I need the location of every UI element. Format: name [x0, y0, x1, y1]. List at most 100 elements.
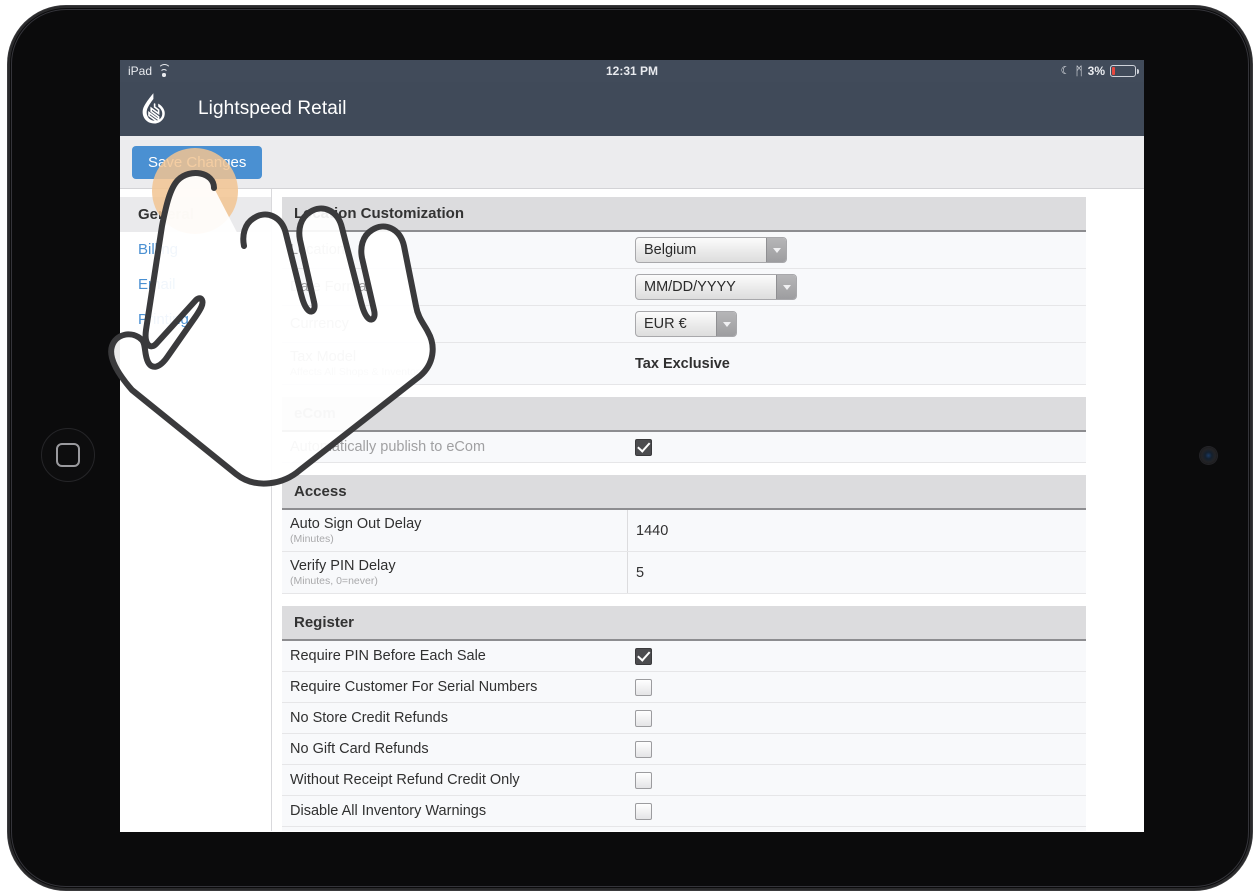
settings-row-field: [627, 641, 1086, 671]
app-navbar: Lightspeed Retail: [120, 82, 1144, 136]
sidebar-item-printing[interactable]: Printing: [120, 302, 271, 337]
settings-row-label: Require Customer For Serial Numbers: [282, 672, 627, 702]
settings-content: Location Customization Location Belgium Dat…: [272, 189, 1144, 831]
settings-row-field: MM/DD/YYYY: [627, 269, 1086, 305]
settings-row-label-text: Tax Model: [290, 349, 357, 365]
select-location[interactable]: Belgium: [635, 237, 787, 263]
settings-row-label-text: Automatically publish to eCom: [290, 439, 486, 455]
settings-row-field: 1440: [627, 510, 1086, 551]
settings-row-field: 5: [627, 552, 1086, 593]
settings-row-field: EUR €: [627, 306, 1086, 342]
settings-row-label: Location: [282, 232, 627, 268]
sidebar-item-general[interactable]: General: [120, 197, 271, 232]
settings-row-label-text: Verify PIN Delay: [290, 558, 396, 574]
settings-row-label: Do Not Convert Singles: [282, 827, 627, 831]
settings-row-label: No Store Credit Refunds: [282, 703, 627, 733]
sidebar-item-label: Printing: [138, 311, 189, 328]
settings-row: No Gift Card Refunds: [282, 734, 1086, 765]
app-title: Lightspeed Retail: [198, 98, 347, 119]
settings-row-label-text: Date Format: [290, 279, 371, 295]
settings-row-label: Disable All Inventory Warnings: [282, 796, 627, 826]
sidebar-item-email[interactable]: Email: [120, 267, 271, 302]
sidebar-item-label: Email: [138, 276, 176, 293]
checkbox-disable-all-inventory-warnings[interactable]: [635, 802, 652, 820]
checkbox-require-customer-for-serial-numbers[interactable]: [635, 678, 652, 696]
front-camera-icon: [1200, 447, 1217, 464]
settings-row-label: Currency: [282, 306, 627, 342]
select-value: Belgium: [644, 242, 697, 258]
input-value[interactable]: 1440: [636, 523, 668, 539]
section-spacer: [282, 385, 1086, 397]
checkbox-no-store-credit-refunds[interactable]: [635, 709, 652, 727]
section-header-access: Access: [282, 475, 1086, 510]
settings-row: Disable All Inventory Warnings: [282, 796, 1086, 827]
settings-row-label-text: Without Receipt Refund Credit Only: [290, 772, 520, 788]
settings-row-field: [627, 827, 1086, 831]
settings-row: Automatically publish to eCom: [282, 432, 1086, 463]
settings-row: Date Format MM/DD/YYYY: [282, 269, 1086, 306]
settings-row: Tax Model Affects All Shops & Inventory Ta…: [282, 343, 1086, 385]
settings-row-field: [627, 765, 1086, 795]
bluetooth-icon: ᛗ: [1075, 64, 1083, 78]
save-changes-button[interactable]: Save Changes: [132, 145, 263, 179]
chevron-down-icon: [716, 312, 736, 336]
settings-row-label-text: No Store Credit Refunds: [290, 710, 448, 726]
home-button[interactable]: [41, 428, 95, 482]
settings-row-label: Automatically publish to eCom: [282, 432, 627, 462]
select-value: EUR €: [644, 316, 687, 332]
chevron-down-icon: [776, 275, 796, 299]
static-value: Tax Exclusive: [635, 355, 730, 372]
settings-row-label: Date Format: [282, 269, 627, 305]
battery-percent-label: 3%: [1087, 64, 1105, 78]
input-value[interactable]: 5: [636, 565, 644, 581]
select-currency[interactable]: EUR €: [635, 311, 737, 337]
checkbox-automatically-publish-to-ecom[interactable]: [635, 438, 652, 456]
settings-row-label: Without Receipt Refund Credit Only: [282, 765, 627, 795]
checkbox-without-receipt-refund-credit-only[interactable]: [635, 771, 652, 789]
settings-row-sublabel: (Minutes, 0=never): [290, 575, 378, 587]
settings-row-label: Require PIN Before Each Sale: [282, 641, 627, 671]
ios-status-bar: iPad 12:31 PM ☾ ᛗ 3%: [120, 60, 1144, 82]
status-bar-right: ☾ ᛗ 3%: [1060, 64, 1139, 78]
settings-row: Verify PIN Delay (Minutes, 0=never) 5: [282, 552, 1086, 594]
section-header-ecom: eCom: [282, 397, 1086, 432]
settings-row-label-text: Require Customer For Serial Numbers: [290, 679, 538, 695]
settings-row: Without Receipt Refund Credit Only: [282, 765, 1086, 796]
settings-row-label-text: No Gift Card Refunds: [290, 741, 429, 757]
settings-row-field: [627, 672, 1086, 702]
settings-row-label-text: Auto Sign Out Delay: [290, 516, 422, 532]
settings-row: Require PIN Before Each Sale: [282, 641, 1086, 672]
moon-do-not-disturb-icon: ☾: [1060, 64, 1071, 77]
settings-row: Auto Sign Out Delay (Minutes) 1440: [282, 510, 1086, 552]
home-button-square-icon: [56, 443, 80, 467]
settings-row-field: Belgium: [627, 232, 1086, 268]
status-bar-clock: 12:31 PM: [605, 64, 659, 78]
settings-row: Currency EUR €: [282, 306, 1086, 343]
settings-row-field: [627, 703, 1086, 733]
sidebar-item-billing[interactable]: Billing: [120, 232, 271, 267]
settings-row-field: Tax Exclusive: [627, 343, 1086, 384]
settings-row-label-text: Currency: [290, 316, 349, 332]
settings-row-label: No Gift Card Refunds: [282, 734, 627, 764]
settings-row: No Store Credit Refunds: [282, 703, 1086, 734]
settings-row-field: [627, 796, 1086, 826]
lightspeed-flame-logo: [142, 93, 165, 124]
checkbox-no-gift-card-refunds[interactable]: [635, 740, 652, 758]
checkbox-require-pin-before-each-sale[interactable]: [635, 647, 652, 665]
section-header-register: Register: [282, 606, 1086, 641]
settings-row: Location Belgium: [282, 232, 1086, 269]
sidebar-item-label: General: [138, 206, 194, 223]
battery-low-icon: [1110, 65, 1139, 77]
settings-row-label: Verify PIN Delay (Minutes, 0=never): [282, 552, 627, 593]
settings-row-field: [627, 432, 1086, 462]
settings-row: Require Customer For Serial Numbers: [282, 672, 1086, 703]
action-toolbar: Save Changes: [120, 136, 1144, 189]
settings-row-label: Tax Model Affects All Shops & Inventory: [282, 343, 627, 384]
sidebar-item-label: Billing: [138, 241, 179, 258]
settings-row-label-text: Disable All Inventory Warnings: [290, 803, 487, 819]
settings-row-label: Auto Sign Out Delay (Minutes): [282, 510, 627, 551]
settings-row: Do Not Convert Singles: [282, 827, 1086, 831]
settings-sidebar: General Billing Email Printing: [120, 189, 272, 831]
ipad-screen: iPad 12:31 PM ☾ ᛗ 3% Lightspeed Retail S…: [120, 60, 1144, 832]
select-date-format[interactable]: MM/DD/YYYY: [635, 274, 797, 300]
